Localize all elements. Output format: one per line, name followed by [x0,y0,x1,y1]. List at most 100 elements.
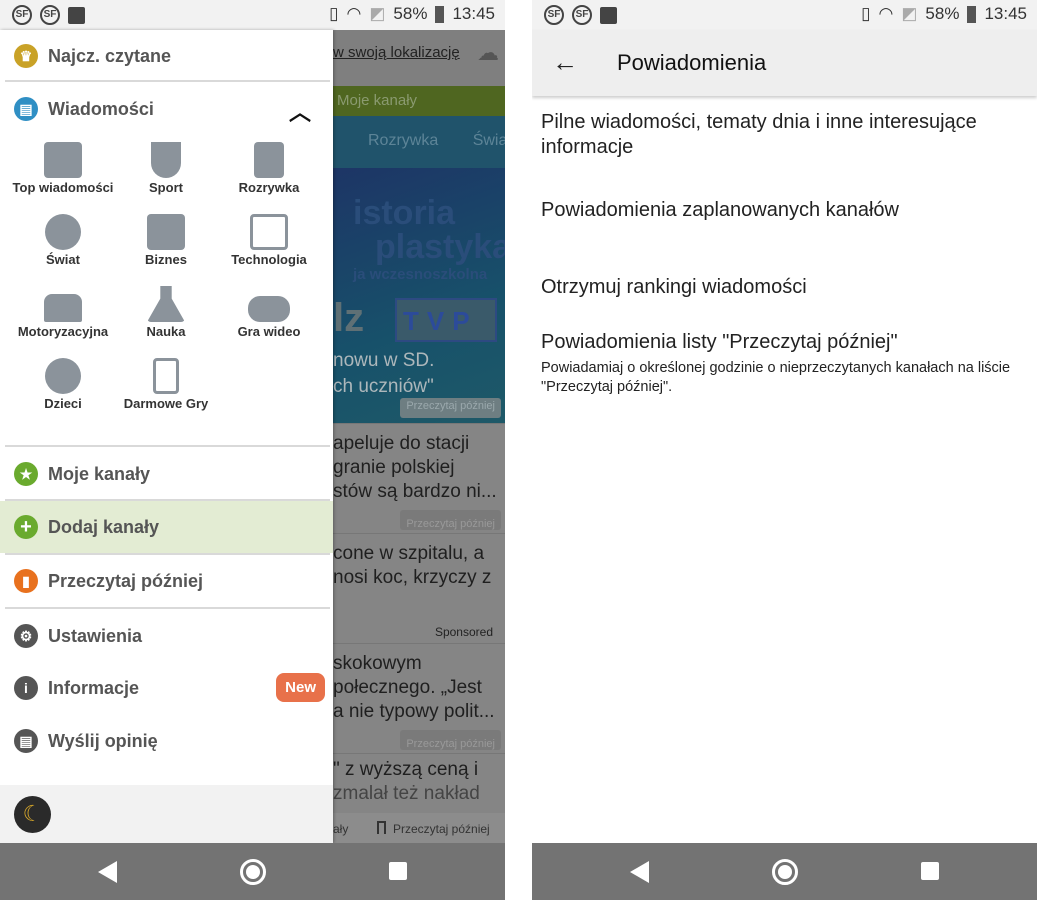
clock: 13:45 [984,4,1027,23]
right-screen: SF SF ▯ ◠ ◩ 58% 13:45 ← Powiadomienia Pilne w… [532,0,1037,900]
tab-channels: ały [333,822,349,836]
star-icon: ★ [14,462,38,486]
setting-read-later[interactable]: Powiadomienia listy "Przeczytaj później"… [541,330,1027,397]
weather-icon: ☁ [477,40,499,65]
sf-app-icon: SF [572,5,592,25]
gamepad-icon [248,296,290,322]
recents-nav-icon[interactable] [921,862,939,880]
setting-scheduled-channels[interactable]: Powiadomienia zaplanowanych kanałów [541,198,1027,223]
hero-article: istoria plastyka ja wczesnoszkolna lz TVP … [333,168,505,423]
crown-icon: ♛ [14,44,38,68]
menu-label: Najcz. czytane [48,45,172,66]
left-screen: SF SF ▯ ◠ ◩ 58% 13:45 w swoją lokalizację ☁ M… [0,0,505,900]
film-icon [254,142,284,178]
system-nav-bar [0,843,505,900]
sf-app-icon: SF [12,5,32,25]
devices-icon [250,214,288,250]
tab-swiat: Świa [472,132,505,149]
battery-icon [435,5,445,23]
home-nav-icon[interactable] [772,859,798,885]
plus-icon: + [14,515,38,539]
category-technology[interactable]: Technologia [214,214,324,268]
back-nav-icon[interactable] [630,861,649,883]
divider [5,445,330,447]
gear-icon: ⚙ [14,624,38,648]
drawer-footer: ☾ [0,785,333,843]
category-tabs: Rozrywka Świa [333,116,505,168]
menu-news-section[interactable]: ▤ Wiadomości ︿ [0,83,333,135]
menu-label: Wiadomości [48,98,154,119]
setting-breaking-news[interactable]: Pilne wiadomości, tematy dnia i inne int… [541,110,1027,160]
setting-news-rankings[interactable]: Otrzymuj rankingi wiadomości [541,275,1027,300]
bookmark-icon: ▮ [14,569,38,593]
divider [5,80,330,82]
recents-nav-icon[interactable] [389,862,407,880]
image-icon [68,7,85,24]
page-title: Powiadomienia [617,50,767,75]
new-badge: New [276,673,325,702]
back-nav-icon[interactable] [98,861,117,883]
divider [5,607,330,609]
category-entertainment[interactable]: Rozrywka [214,142,324,196]
smiley-icon [45,358,81,394]
night-mode-toggle[interactable]: ☾ [14,796,51,833]
category-automotive[interactable]: Motoryzacyjna [8,286,118,340]
hero-text: lz [333,296,365,340]
category-top-news[interactable]: Top wiadomości [8,142,118,196]
car-icon [44,294,82,322]
system-nav-bar [532,843,1037,900]
category-video-games[interactable]: Gra wideo [214,286,324,340]
category-world[interactable]: Świat [8,214,118,268]
article-item: cone w szpitalu, a nosi koc, krzyczy z Spo… [333,533,505,643]
article-item: apeluje do stacji granie polskiej stów są … [333,423,505,533]
read-later-tag: Przeczytaj później [400,398,501,418]
battery-percent: 58% [925,4,960,23]
no-sim-icon: ◩ [901,4,918,23]
article-item: skokowym połecznego. „Jest a nie typowy po… [333,643,505,753]
battery-percent: 58% [393,4,428,23]
vibrate-icon: ▯ [861,4,871,23]
menu-settings[interactable]: ⚙ Ustawienia [0,610,333,662]
wifi-icon: ◠ [878,4,894,23]
menu-my-channels[interactable]: ★ Moje kanały [0,448,333,500]
briefcase-icon [147,214,185,250]
back-arrow-icon[interactable]: ← [552,47,578,78]
category-sport[interactable]: Sport [111,142,221,196]
background-feed: w swoją lokalizację ☁ Moje kanały Rozryw… [333,30,505,843]
menu-feedback[interactable]: ▤ Wyślij opinię [0,715,333,767]
info-icon: i [14,676,38,700]
feedback-icon: ▤ [14,729,38,753]
home-nav-icon[interactable] [240,859,266,885]
sf-app-icon: SF [40,5,60,25]
app-bar: ← Powiadomienia [532,30,1037,96]
sf-app-icon: SF [544,5,564,25]
globe-icon [45,214,81,250]
hero-caption: nowu w SD. ch uczniów" [333,350,435,397]
menu-most-read[interactable]: ♛ Najcz. czytane [0,30,333,82]
category-free-games[interactable]: Darmowe Gry [111,358,221,412]
clock: 13:45 [452,4,495,23]
category-science[interactable]: Nauka [111,286,221,340]
newspaper-icon: ▤ [14,97,38,121]
category-kids[interactable]: Dzieci [8,358,118,412]
battery-icon [967,5,977,23]
category-business[interactable]: Biznes [111,214,221,268]
menu-add-channels[interactable]: + Dodaj kanały [0,501,333,553]
setting-description: Powiadamiaj o określonej godzinie o niep… [541,360,1011,395]
no-sim-icon: ◩ [369,4,386,23]
menu-info[interactable]: i Informacje New [0,662,333,714]
newspaper-icon [44,142,82,178]
bottom-tab-bar: ały Przeczytaj później [333,813,505,843]
navigation-drawer: ♛ Najcz. czytane ▤ Wiadomości ︿ Top wiadomo… [0,30,333,843]
status-bar: SF SF ▯ ◠ ◩ 58% 13:45 [0,0,505,30]
trophy-icon [151,142,181,178]
status-bar: SF SF ▯ ◠ ◩ 58% 13:45 [532,0,1037,30]
bookmark-icon [377,821,386,834]
hero-title: istoria plastyka ja wczesnoszkolna [353,194,505,283]
article-item: " z wyższą ceną i zmalał też nakład [333,753,505,813]
my-channels-bar: Moje kanały [333,86,505,116]
chevron-up-icon[interactable]: ︿ [289,95,311,127]
menu-read-later[interactable]: ▮ Przeczytaj później [0,555,333,607]
wifi-icon: ◠ [346,4,362,23]
flask-icon [147,286,185,322]
